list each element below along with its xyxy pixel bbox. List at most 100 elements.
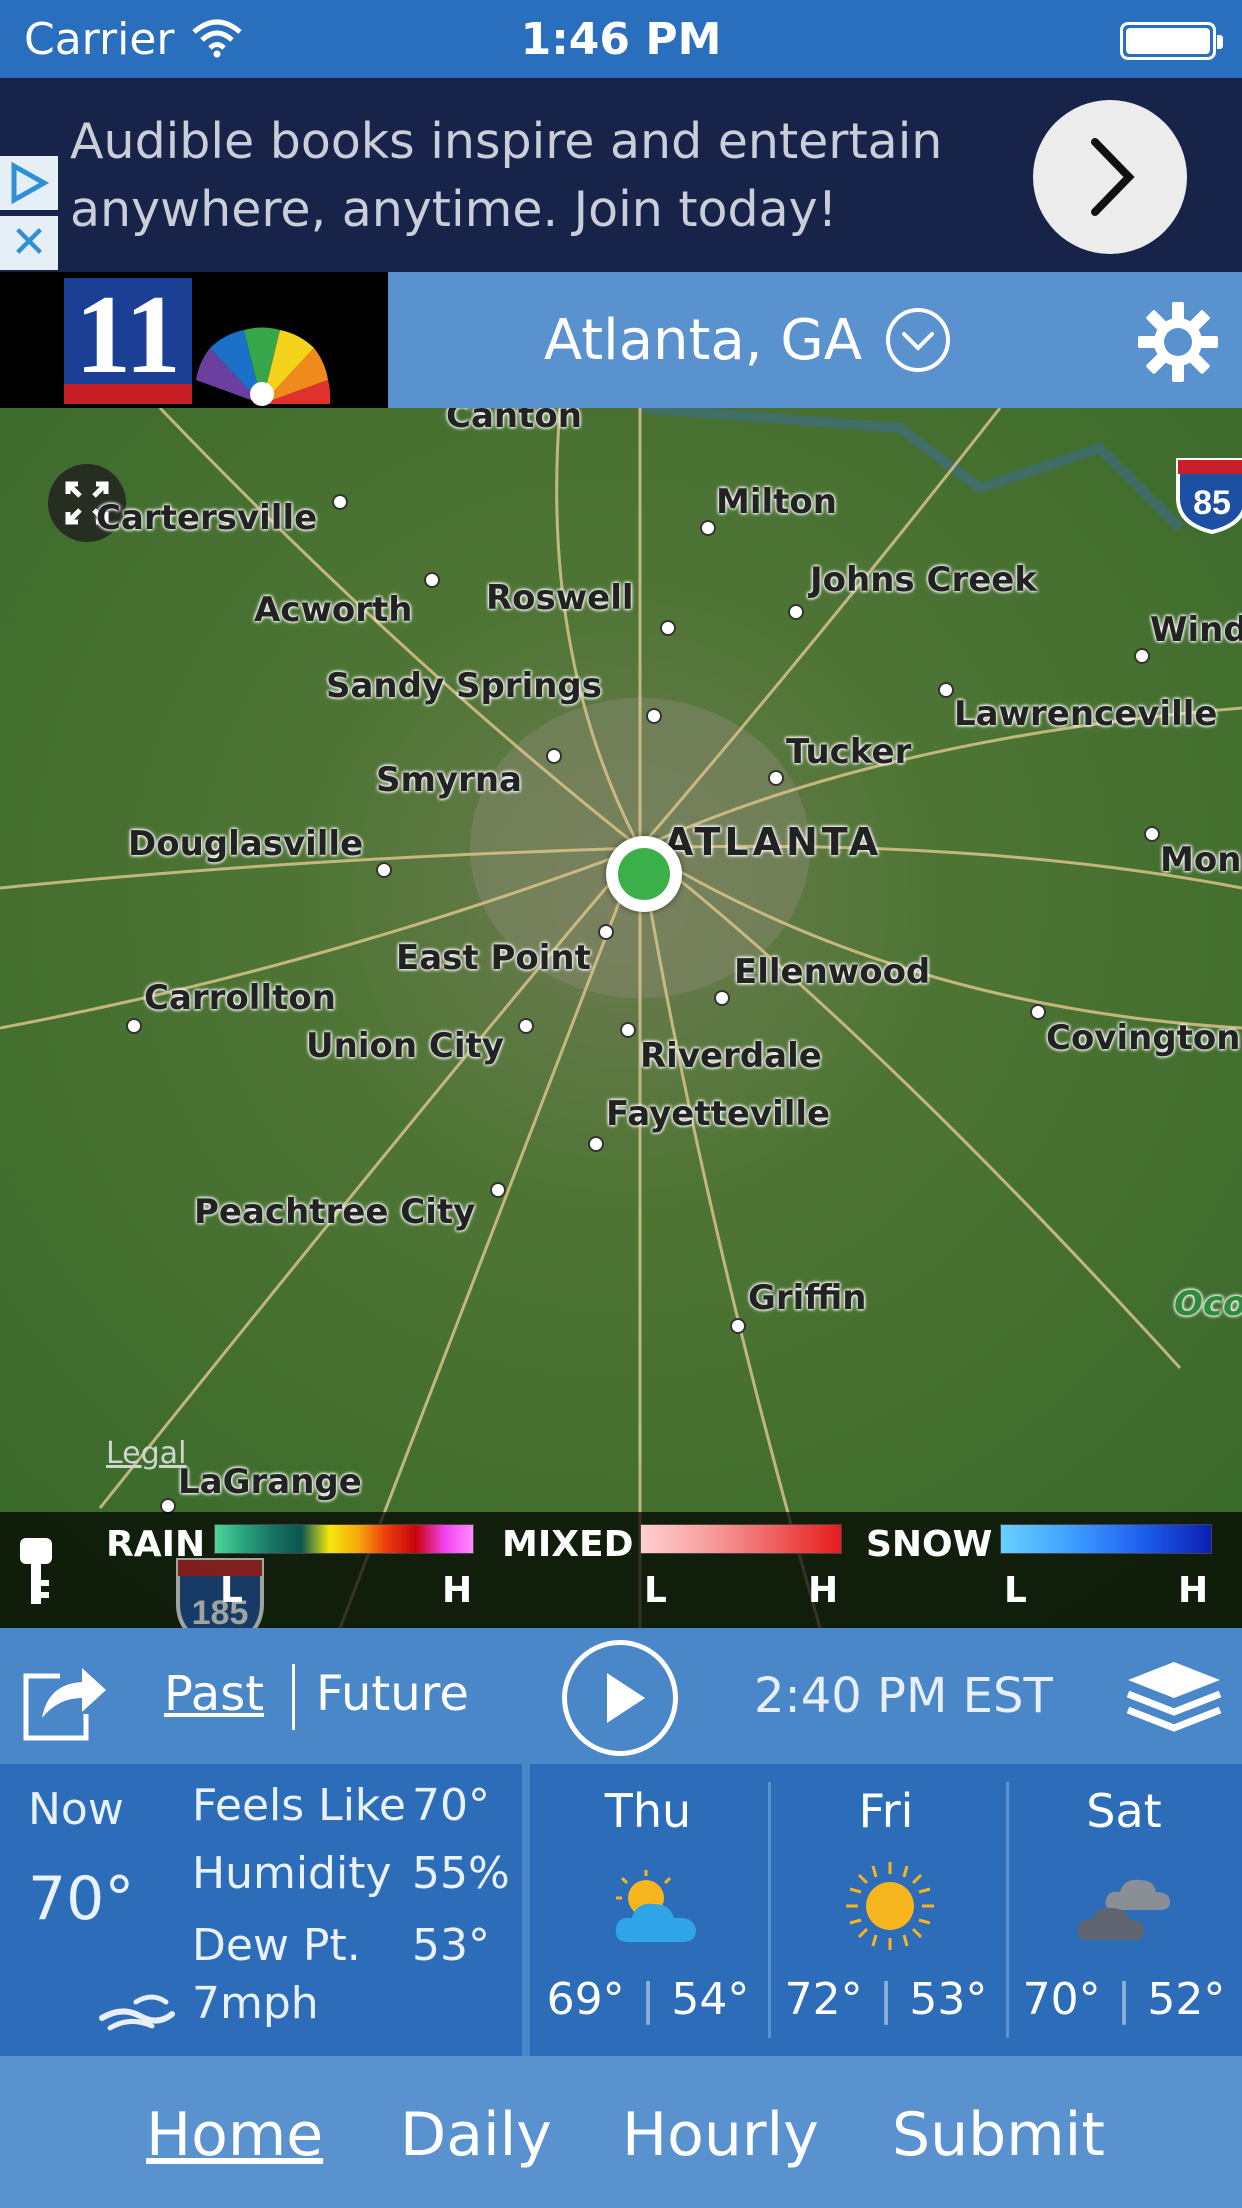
day-name: Thu <box>604 1784 692 1838</box>
cloudy-icon <box>1077 1879 1170 1940</box>
ad-open-button[interactable] <box>1033 100 1187 254</box>
clock: 1:46 PM <box>520 14 722 65</box>
day-name: Fri <box>858 1784 914 1838</box>
ad-text[interactable]: Audible books inspire and entertain anyw… <box>70 108 990 244</box>
nav-home[interactable]: Home <box>146 2100 323 2170</box>
location-header: Atlanta, GA <box>388 272 1242 408</box>
forecast-day[interactable]: Fri 72° | 53° <box>768 1764 1004 2056</box>
ad-banner[interactable]: Audible books inspire and entertain anyw… <box>0 78 1242 272</box>
low-temp: 54° <box>671 1974 750 2025</box>
future-toggle[interactable]: Future <box>316 1666 469 1722</box>
city-label: Wind <box>1150 610 1242 650</box>
nav-hourly[interactable]: Hourly <box>622 2100 819 2170</box>
forecast-day[interactable]: Thu 69° | 54° <box>530 1764 766 2056</box>
mixed-high-label: H <box>808 1570 839 1611</box>
city-label: ATLANTA <box>664 820 883 864</box>
city-label: Griffin <box>748 1278 867 1318</box>
city-dot <box>546 748 562 764</box>
city-label: Roswell <box>486 578 634 618</box>
temp-separator: | <box>1116 1974 1132 2025</box>
city-dot <box>332 494 348 510</box>
mixed-color-bar <box>640 1524 842 1554</box>
city-label: Sandy Springs <box>326 666 603 706</box>
radar-timestamp: 2:40 PM EST <box>754 1668 1053 1724</box>
divider <box>292 1664 295 1730</box>
play-icon <box>607 1673 645 1723</box>
station-logo: 11 <box>0 272 388 408</box>
legend-mixed-label: MIXED <box>502 1524 634 1565</box>
city-dot <box>768 770 784 786</box>
svg-text:11: 11 <box>75 273 181 397</box>
city-dot <box>788 604 804 620</box>
city-label: Tucker <box>786 732 912 772</box>
chevron-right-icon <box>1091 138 1135 216</box>
rain-color-bar <box>214 1524 474 1554</box>
dew-point-label: Dew Pt. <box>192 1920 361 1971</box>
city-label: Milton <box>716 482 837 522</box>
svg-text:85: 85 <box>1193 484 1231 522</box>
city-dot <box>424 572 440 588</box>
forecast-day[interactable]: Sat 70° | 52° <box>1006 1764 1242 2056</box>
snow-high-label: H <box>1178 1570 1209 1611</box>
chevron-down-icon[interactable] <box>884 306 952 374</box>
city-dot <box>126 1018 142 1034</box>
high-temp: 69° <box>546 1974 625 2025</box>
dew-point-value: 53° <box>412 1920 490 1971</box>
city-label: Douglasville <box>128 824 364 864</box>
gear-icon[interactable] <box>1136 300 1220 384</box>
key-icon[interactable] <box>16 1536 56 1608</box>
current-location-marker[interactable] <box>606 836 682 912</box>
city-label: Riverdale <box>640 1036 822 1076</box>
snow-low-label: L <box>1004 1570 1027 1611</box>
status-bar: Carrier 1:46 PM <box>0 0 1242 78</box>
legend-rain-label: RAIN <box>106 1524 206 1565</box>
now-label: Now <box>28 1784 124 1835</box>
city-label: Covington <box>1046 1018 1241 1058</box>
nav-submit[interactable]: Submit <box>892 2100 1105 2170</box>
feels-like-value: 70° <box>412 1780 490 1831</box>
sunny-icon <box>846 1862 934 1950</box>
city-label: Smyrna <box>376 760 522 800</box>
nav-daily[interactable]: Daily <box>400 2100 552 2170</box>
forecast-panel: Thu 69° | 54° Fri 72° | 53° Sat 70° | 52… <box>530 1764 1242 2056</box>
temp-separator: | <box>878 1974 894 2025</box>
radar-map[interactable]: Canton Cartersville Milton Acworth Roswe… <box>0 408 1242 1628</box>
city-dot <box>588 1136 604 1152</box>
location-label[interactable]: Atlanta, GA <box>544 308 862 373</box>
location-selector[interactable]: Atlanta, GA <box>388 272 1108 408</box>
snow-color-bar <box>1000 1524 1212 1554</box>
legal-link[interactable]: Legal <box>106 1436 186 1471</box>
city-dot <box>1134 648 1150 664</box>
partly-cloudy-icon <box>615 1870 696 1942</box>
share-icon[interactable] <box>20 1654 110 1742</box>
high-temp: 70° <box>1022 1974 1101 2025</box>
city-label: Canton <box>446 408 582 436</box>
lake-label: Oco <box>1174 1284 1242 1324</box>
forecast-temps: 72° | 53° <box>768 1974 1004 2025</box>
city-dot <box>1030 1004 1046 1020</box>
city-label: Fayetteville <box>606 1094 831 1134</box>
city-label: Carrollton <box>144 978 336 1018</box>
current-temp: 70° <box>28 1864 135 1934</box>
current-conditions: Now 70° Feels Like 70° Humidity 55% Dew … <box>0 1764 522 2056</box>
city-dot <box>660 620 676 636</box>
city-dot <box>646 708 662 724</box>
feels-like-label: Feels Like <box>192 1780 406 1831</box>
mixed-low-label: L <box>644 1570 667 1611</box>
play-button[interactable] <box>562 1640 678 1756</box>
battery-icon <box>1120 22 1223 60</box>
city-label: Lawrenceville <box>954 694 1218 734</box>
interstate-shield-icon: 85 <box>1172 454 1242 535</box>
low-temp: 53° <box>909 1974 988 2025</box>
layers-icon[interactable] <box>1124 1658 1224 1734</box>
city-label: Johns Creek <box>810 560 1037 600</box>
city-label: Cartersville <box>96 498 318 538</box>
city-dot <box>714 990 730 1006</box>
radar-controls: Past Future 2:40 PM EST <box>0 1628 1242 1764</box>
humidity-label: Humidity <box>192 1848 392 1899</box>
past-toggle[interactable]: Past <box>164 1666 264 1722</box>
city-label: Ellenwood <box>734 952 931 992</box>
ad-close-icon[interactable]: ✕ <box>0 216 58 270</box>
adchoices-icon[interactable] <box>0 156 58 210</box>
city-label: Mon <box>1160 840 1242 880</box>
